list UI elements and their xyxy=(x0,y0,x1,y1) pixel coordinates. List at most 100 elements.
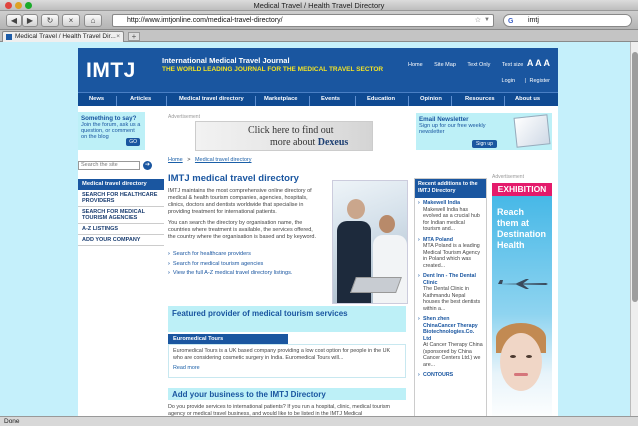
breadcrumb-home[interactable]: Home xyxy=(168,157,183,163)
recent-item-title[interactable]: Dent Inn - The Dental Clinic xyxy=(423,273,483,286)
site-map-link[interactable]: Site Map xyxy=(434,62,456,68)
recent-item-title[interactable]: CONTOURS xyxy=(423,372,483,379)
nav-divider xyxy=(166,96,167,106)
search-engine-icon[interactable]: G xyxy=(508,16,513,27)
nurses-photo xyxy=(332,180,408,304)
breadcrumb-sep: > xyxy=(187,157,191,163)
nav-education[interactable]: Education xyxy=(367,96,395,102)
recent-item-text: Makewell India has evolved as a crucial … xyxy=(423,206,480,233)
featured-provider-tab[interactable]: Euromedical Tours xyxy=(168,334,288,344)
recent-item-title[interactable]: Shen zhen ChinaCancer Therapy Biotechnol… xyxy=(423,316,483,342)
nav-divider xyxy=(309,96,310,106)
nav-about-us[interactable]: About us xyxy=(515,96,540,102)
recent-item[interactable]: CONTOURS xyxy=(415,370,486,381)
nav-news[interactable]: News xyxy=(89,96,104,102)
nav-divider xyxy=(116,96,117,106)
forward-button[interactable]: ▶ xyxy=(22,14,38,27)
link-a-z-listings[interactable]: View the full A-Z medical travel directo… xyxy=(168,269,328,279)
ad-line-2: more about Dexeus xyxy=(270,137,348,148)
reload-button[interactable]: ↻ xyxy=(41,14,59,27)
tab-close-icon[interactable]: × xyxy=(116,32,120,42)
tab-active[interactable]: Medical Travel / Health Travel Dir... × xyxy=(2,31,124,42)
stop-button[interactable]: × xyxy=(62,14,80,27)
sky-ad-line: Health xyxy=(497,240,525,250)
new-tab-button[interactable]: + xyxy=(128,32,140,41)
main-nav: News Articles Medical travel directory M… xyxy=(78,92,558,106)
breadcrumb-current[interactable]: Medical travel directory xyxy=(195,157,252,163)
dexeus-banner-ad[interactable]: Click here to find out more about Dexeus xyxy=(195,121,373,151)
vertical-scrollbar[interactable] xyxy=(630,42,638,416)
photo-figure xyxy=(379,215,395,233)
scrollbar-thumb[interactable] xyxy=(632,52,638,302)
recent-item[interactable]: Shen zhen ChinaCancer Therapy Biotechnol… xyxy=(415,314,486,370)
advert-label: Advertisement xyxy=(168,114,200,120)
web-page: IMTJ International Medical Travel Journa… xyxy=(78,48,558,416)
text-size-controls[interactable]: A A A xyxy=(527,58,550,68)
url-bar[interactable]: http://www.imtjonline.com/medical-travel… xyxy=(112,14,494,27)
recent-item-text: The Dental Clinic in Kathmandu Nepal hou… xyxy=(423,286,481,312)
recent-item[interactable]: MTA PolandMTA Poland is a leading Medica… xyxy=(415,235,486,272)
nav-articles[interactable]: Articles xyxy=(130,96,151,102)
menu-search-medical-tourism-agencies[interactable]: SEARCH FOR MEDICAL TOURISM AGENCIES xyxy=(78,207,164,224)
sky-ad-line: them at xyxy=(497,218,530,228)
favicon-icon xyxy=(6,34,12,40)
link-search-agencies[interactable]: Search for medical tourism agencies xyxy=(168,260,328,270)
register-link[interactable]: Register xyxy=(530,78,550,84)
nav-events[interactable]: Events xyxy=(321,96,340,102)
directory-menu: Medical travel directory SEARCH FOR HEAL… xyxy=(78,179,164,246)
browser-viewport: IMTJ International Medical Travel Journa… xyxy=(0,42,638,416)
menu-search-healthcare-providers[interactable]: SEARCH FOR HEALTHCARE PROVIDERS xyxy=(78,190,164,207)
text-only-link[interactable]: Text Only xyxy=(467,62,490,68)
site-search-button[interactable]: ➔ xyxy=(143,161,152,170)
home-icon: ⌂ xyxy=(90,16,96,25)
back-button[interactable]: ◀ xyxy=(6,14,22,27)
url-text: http://www.imtjonline.com/medical-travel… xyxy=(127,17,283,24)
site-logo[interactable]: IMTJ xyxy=(86,59,136,83)
sky-ad-label: Advertisement xyxy=(492,174,524,180)
ad-line-2-prefix: more about xyxy=(270,137,316,148)
newsletter-text: Sign up for our free weekly newsletter xyxy=(419,123,486,135)
browser-search-box[interactable]: G imtj xyxy=(503,14,632,27)
recent-item[interactable]: Makewell IndiaMakewell India has evolved… xyxy=(415,198,486,235)
nav-divider xyxy=(504,96,505,106)
site-header: IMTJ International Medical Travel Journa… xyxy=(78,48,558,92)
exhibition-skyscraper-ad[interactable]: EXHIBITION Reach them at Destination Hea… xyxy=(492,183,552,416)
directory-menu-heading[interactable]: Medical travel directory xyxy=(78,179,164,190)
reload-icon: ↻ xyxy=(46,16,54,25)
promo-go-button[interactable]: GO xyxy=(126,138,140,146)
nav-divider xyxy=(355,96,356,106)
add-business-text: Do you provide services to international… xyxy=(168,404,391,416)
nav-opinion[interactable]: Opinion xyxy=(420,96,442,102)
text-size-label: Text size xyxy=(501,62,524,68)
recent-item[interactable]: Dent Inn - The Dental ClinicThe Dental C… xyxy=(415,271,486,314)
menu-a-z-listings[interactable]: A-Z LISTINGS xyxy=(78,224,164,235)
login-link[interactable]: Login xyxy=(502,78,515,84)
url-dropdown-icon[interactable]: ▼ xyxy=(484,15,490,26)
window-title: Medical Travel / Health Travel Directory xyxy=(253,1,385,10)
directory-links: Search for healthcare providers Search f… xyxy=(168,250,328,279)
recent-item-text: At Cancer Therapy China (sponsored by Ch… xyxy=(423,342,483,368)
intro-paragraph: IMTJ maintains the most comprehensive on… xyxy=(168,188,312,215)
nav-resources[interactable]: Resources xyxy=(465,96,495,102)
nav-divider xyxy=(255,96,256,106)
site-search-input[interactable]: Search the site xyxy=(78,161,140,170)
nav-divider xyxy=(408,96,409,106)
read-more-link[interactable]: Read more xyxy=(173,365,401,372)
newsletter-signup-button[interactable]: Sign up xyxy=(472,140,497,148)
home-button[interactable]: ⌂ xyxy=(84,14,102,27)
home-link[interactable]: Home xyxy=(408,62,423,68)
featured-provider-box: Euromedical Tours is a UK based company … xyxy=(168,344,406,378)
menu-add-your-company[interactable]: ADD YOUR COMPANY xyxy=(78,235,164,246)
airplane-icon xyxy=(498,279,548,289)
search-paragraph: You can search the directory by organisa… xyxy=(168,220,316,240)
newsletter-promo: Email Newsletter Sign up for our free we… xyxy=(416,113,552,150)
add-business-heading: Add your business to the IMTJ Directory xyxy=(168,388,406,400)
tab-bar: Medical Travel / Health Travel Dir... × … xyxy=(0,30,638,42)
link-search-providers[interactable]: Search for healthcare providers xyxy=(168,250,328,260)
nav-marketplace[interactable]: Marketplace xyxy=(264,96,298,102)
nav-medical-travel-directory[interactable]: Medical travel directory xyxy=(179,96,244,102)
bookmark-star-icon[interactable]: ☆ xyxy=(475,15,481,26)
journal-name: International Medical Travel Journal xyxy=(162,56,290,65)
photo-figure xyxy=(347,199,365,219)
browser-toolbar: ◀ ▶ ↻ × ⌂ http://www.imtjonline.com/medi… xyxy=(0,11,638,30)
